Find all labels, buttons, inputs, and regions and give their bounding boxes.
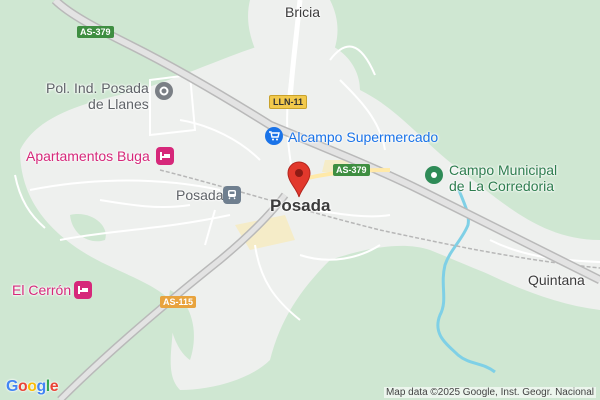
road-shield-lln11: LLN-11 bbox=[269, 95, 308, 109]
poi-label-el-cerron[interactable]: El Cerrón bbox=[12, 282, 71, 298]
hotel-icon[interactable] bbox=[74, 281, 92, 299]
road-shield-as379: AS-379 bbox=[77, 26, 114, 38]
road-shield-as115: AS-115 bbox=[160, 296, 197, 308]
poi-label-posada-station[interactable]: Posada bbox=[176, 187, 223, 203]
place-label-bricia[interactable]: Bricia bbox=[285, 4, 320, 20]
hotel-icon[interactable] bbox=[156, 147, 174, 165]
train-icon[interactable] bbox=[223, 186, 241, 204]
place-label-posada[interactable]: Posada bbox=[270, 196, 330, 216]
poi-label-apartamentos-buga[interactable]: Apartamentos Buga bbox=[26, 148, 150, 164]
poi-label-alcampo[interactable]: Alcampo Supermercado bbox=[288, 129, 438, 145]
poi-label-line: Pol. Ind. Posada bbox=[46, 80, 149, 96]
google-logo: Google bbox=[6, 378, 59, 395]
poi-label-line: de La Corredoria bbox=[449, 178, 555, 195]
poi-label-campo-municipal[interactable]: Campo Municipal de La Corredoria bbox=[449, 162, 557, 194]
shopping-cart-icon[interactable] bbox=[265, 127, 283, 145]
place-label-quintana[interactable]: Quintana bbox=[528, 272, 585, 288]
map-canvas[interactable]: AS-379 LLN-11 AS-379 AS-115 Bricia Posad… bbox=[0, 0, 600, 400]
industrial-icon[interactable] bbox=[155, 82, 173, 100]
poi-label-line: de Llanes bbox=[88, 96, 149, 113]
map-attribution[interactable]: Map data ©2025 Google, Inst. Geogr. Naci… bbox=[383, 387, 596, 398]
map-pin-icon[interactable] bbox=[286, 160, 312, 198]
poi-label-line: Campo Municipal bbox=[449, 162, 558, 178]
stadium-icon[interactable] bbox=[425, 166, 443, 184]
poi-label-pol-ind[interactable]: Pol. Ind. Posada de Llanes bbox=[46, 80, 149, 112]
road-shield-as379: AS-379 bbox=[333, 164, 370, 176]
